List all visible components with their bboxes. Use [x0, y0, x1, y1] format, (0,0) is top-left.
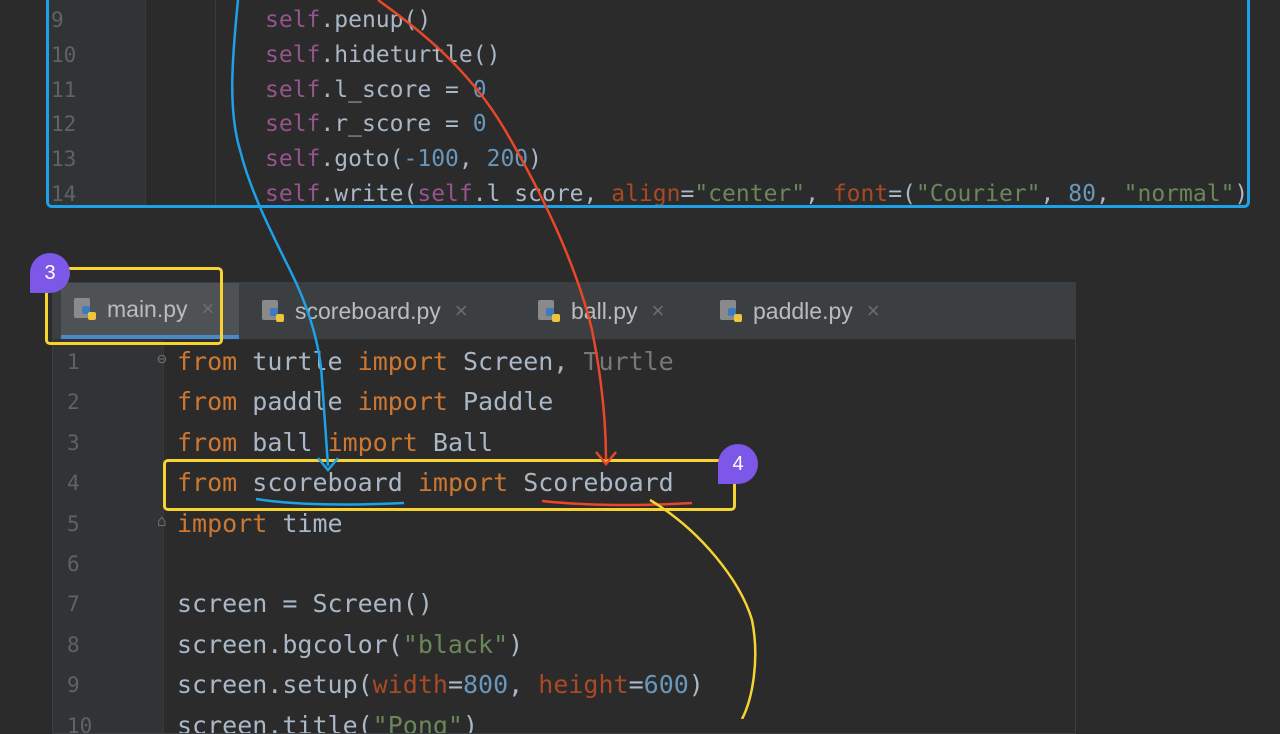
- red-underline: [541, 499, 693, 507]
- blue-arrow-stroke: [230, 0, 330, 467]
- red-arrow-stroke: [377, 0, 608, 461]
- annotation-strokes: [230, 0, 757, 719]
- yellow-arrow-stroke: [649, 498, 757, 719]
- blue-underline: [255, 497, 405, 506]
